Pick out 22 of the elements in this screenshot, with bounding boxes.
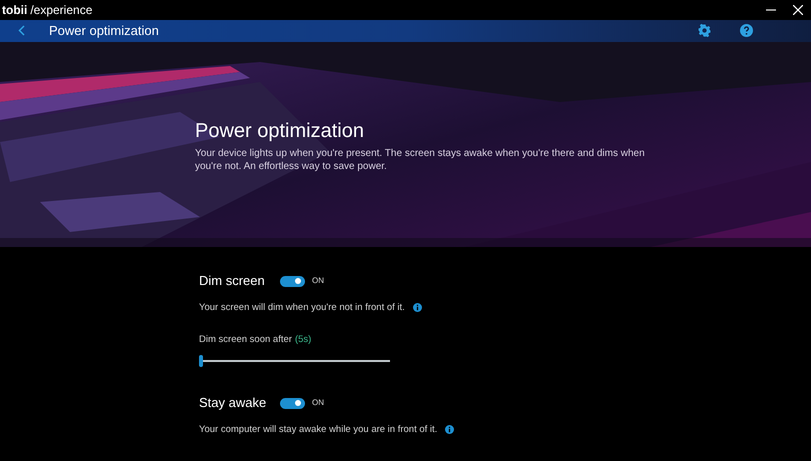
close-icon[interactable]: [793, 4, 803, 15]
back-icon[interactable]: [18, 25, 25, 36]
slider-label: Dim screen soon after: [199, 333, 292, 347]
slider-value: (5s): [294, 333, 312, 347]
app-brand: tobii: [2, 2, 28, 19]
toggle-switch[interactable]: [280, 398, 305, 408]
info-icon[interactable]: [412, 303, 422, 312]
setting-description: Your screen will dim when you're not in front of it.: [199, 300, 405, 315]
page-title: Power optimization: [49, 22, 159, 40]
help-icon[interactable]: [740, 24, 753, 38]
toggle-state: ON: [312, 275, 324, 287]
toggle-state: ON: [312, 397, 324, 409]
hero-title: Power optimization: [195, 118, 365, 144]
settings-icon[interactable]: [698, 24, 711, 38]
hero-description: Your device lights up when you're present. The screen stays awake when you're there and dims when you're not. An effortless way to save power.: [195, 146, 646, 173]
setting-description: Your computer will stay awake while you are in front of it.: [199, 422, 438, 437]
setting-label: Dim screen: [199, 272, 266, 290]
slider-thumb[interactable]: [199, 355, 203, 368]
toggle-switch[interactable]: [280, 276, 305, 286]
setting-label: Stay awake: [199, 394, 268, 412]
app-name: /experience: [30, 2, 92, 19]
info-icon[interactable]: [445, 425, 454, 434]
